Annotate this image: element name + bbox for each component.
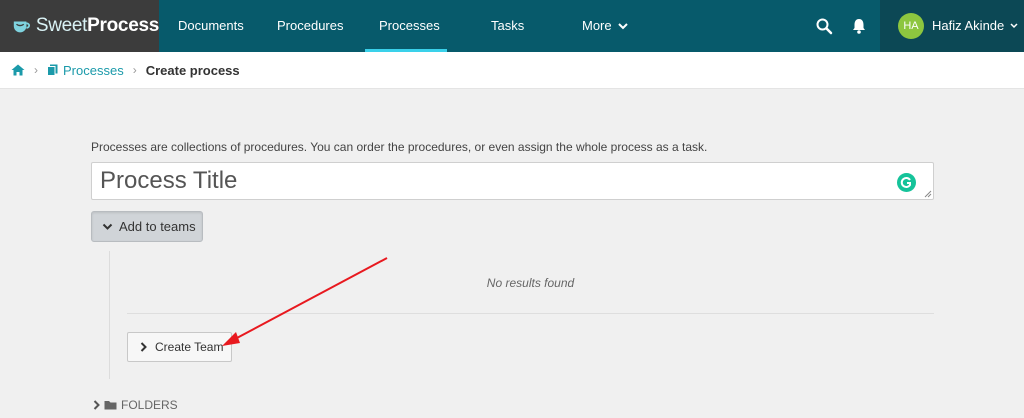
- add-to-teams-button[interactable]: Add to teams: [91, 211, 203, 242]
- chevron-down-icon: [1010, 23, 1018, 29]
- top-navbar: SweetProcess Documents Procedures Proces…: [0, 0, 1024, 52]
- chevron-right-icon: [93, 400, 100, 410]
- home-icon[interactable]: [11, 64, 25, 76]
- sweetprocess-logo[interactable]: SweetProcess: [0, 0, 159, 52]
- nav-more-label: More: [582, 18, 612, 33]
- nav-processes[interactable]: Processes: [379, 0, 440, 52]
- documents-icon: [47, 64, 58, 76]
- teacup-logo-icon: [13, 21, 31, 33]
- nav-tasks[interactable]: Tasks: [491, 0, 524, 52]
- add-to-teams-label: Add to teams: [119, 219, 196, 234]
- nav-more[interactable]: More: [582, 0, 628, 52]
- bell-icon[interactable]: [850, 17, 868, 35]
- chevron-right-icon: [140, 342, 147, 352]
- create-team-label: Create Team: [155, 340, 224, 354]
- chevron-down-icon: [102, 223, 113, 230]
- nav-procedures[interactable]: Procedures: [277, 0, 343, 52]
- create-team-button[interactable]: Create Team: [127, 332, 232, 362]
- folders-toggle[interactable]: FOLDERS: [93, 398, 178, 412]
- resize-grip-icon[interactable]: [924, 190, 932, 198]
- user-menu[interactable]: HA Hafiz Akinde: [880, 0, 1024, 52]
- breadcrumb-separator: ›: [34, 63, 38, 77]
- search-icon[interactable]: [815, 17, 833, 35]
- intro-text: Processes are collections of procedures.…: [91, 140, 708, 154]
- chevron-down-icon: [617, 22, 628, 29]
- user-name: Hafiz Akinde: [932, 18, 1005, 33]
- breadcrumb: › Processes › Create process: [0, 52, 1024, 89]
- avatar: HA: [898, 13, 924, 39]
- folder-icon: [104, 401, 117, 410]
- no-results-text: No results found: [486, 276, 575, 290]
- breadcrumb-processes-link[interactable]: Processes: [63, 63, 124, 78]
- breadcrumb-separator: ›: [132, 63, 137, 77]
- divider: [127, 313, 934, 314]
- nav-documents[interactable]: Documents: [178, 0, 244, 52]
- grammarly-icon[interactable]: [897, 173, 916, 192]
- breadcrumb-current: Create process: [145, 62, 240, 78]
- folders-label: FOLDERS: [121, 398, 178, 412]
- logo-text: SweetProcess: [35, 15, 159, 36]
- teams-panel: [109, 251, 934, 379]
- process-title-input[interactable]: [91, 162, 934, 200]
